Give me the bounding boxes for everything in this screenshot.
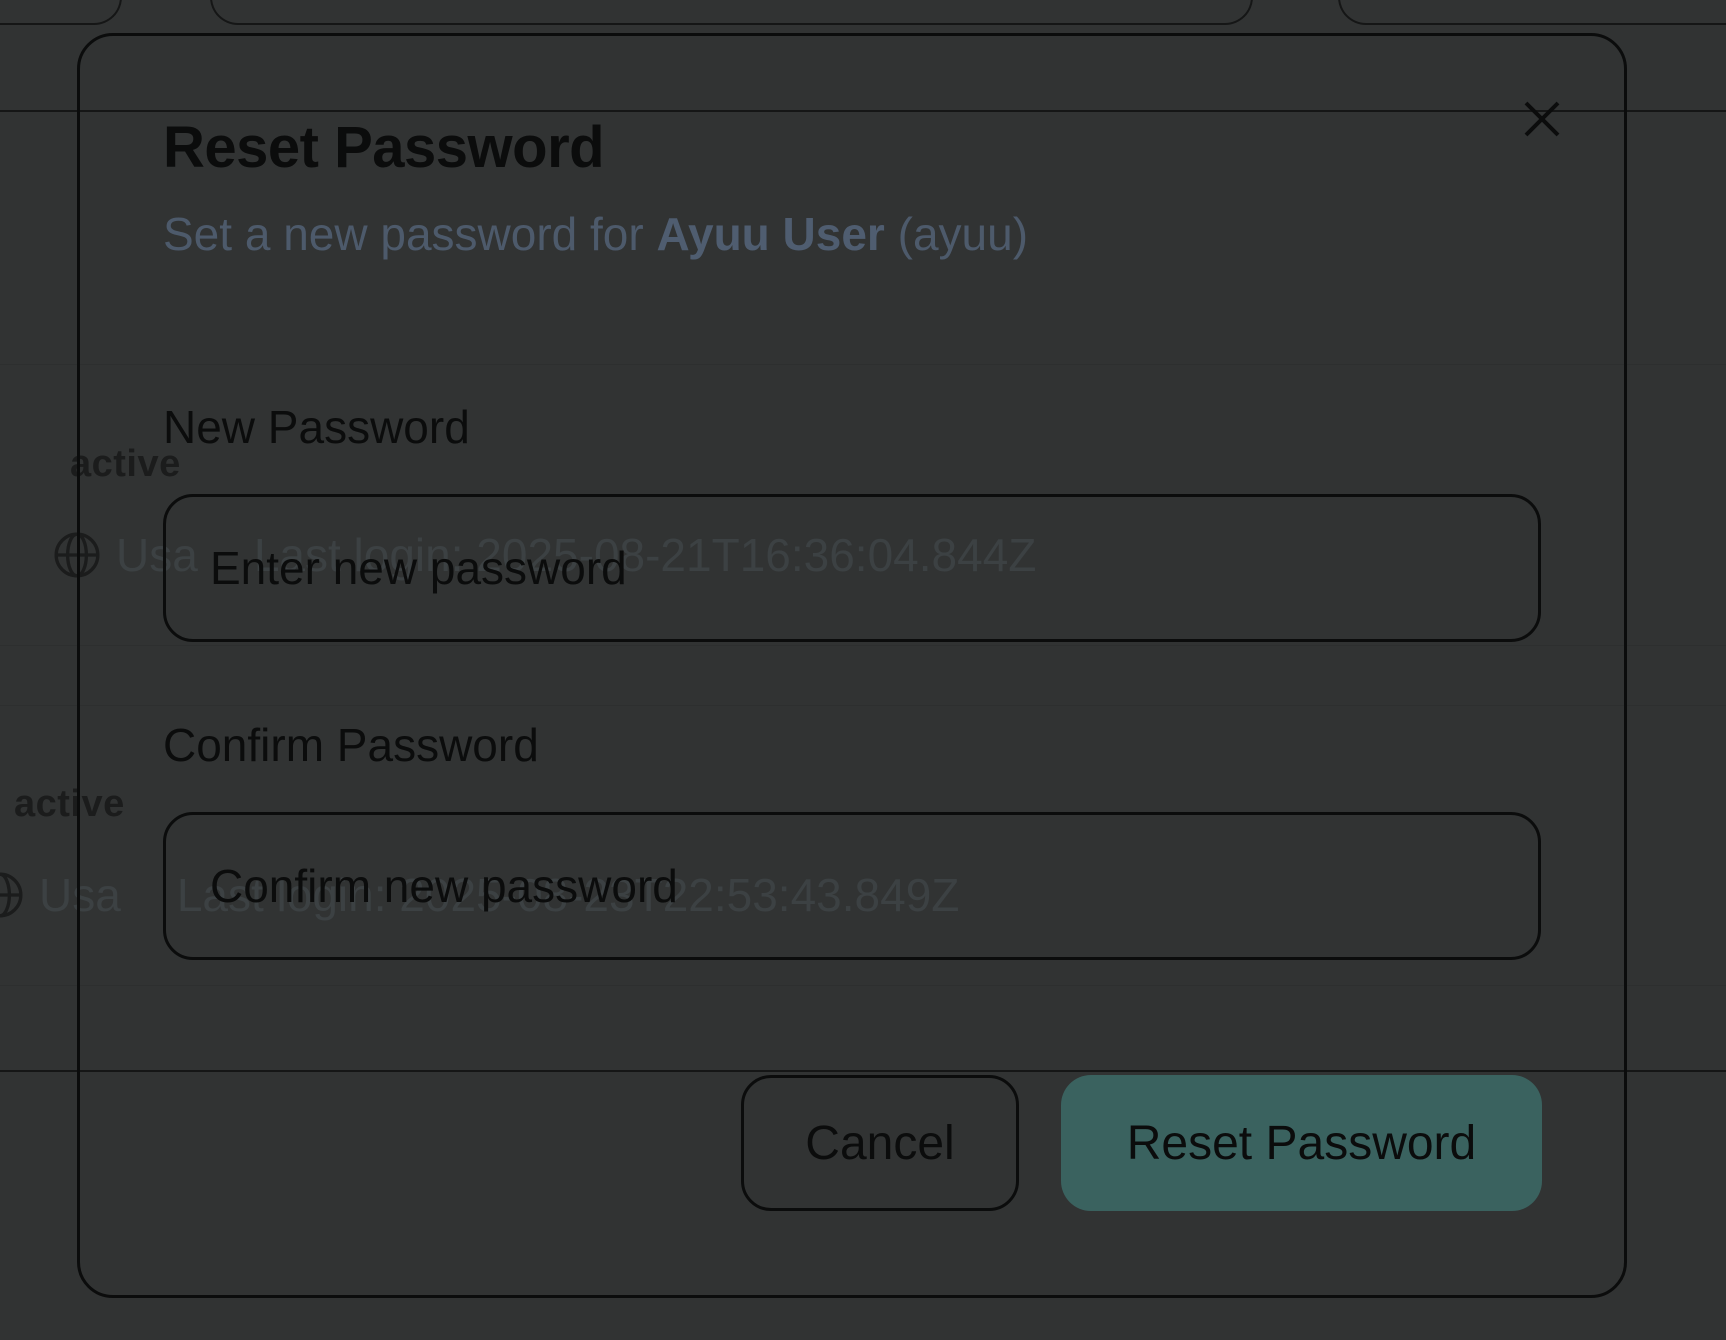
description-prefix: Set a new password for bbox=[163, 208, 644, 260]
confirm-password-input[interactable] bbox=[163, 812, 1541, 960]
background-tab-left bbox=[0, 0, 122, 25]
close-icon[interactable] bbox=[1518, 95, 1566, 143]
new-password-label: New Password bbox=[163, 401, 470, 453]
reset-password-button[interactable]: Reset Password bbox=[1061, 1075, 1542, 1211]
new-password-input[interactable] bbox=[163, 494, 1541, 642]
dialog-title: Reset Password bbox=[163, 115, 605, 180]
user-display-name: Ayuu User bbox=[656, 208, 885, 260]
globe-icon bbox=[0, 872, 23, 918]
confirm-password-label: Confirm Password bbox=[163, 719, 539, 771]
username: (ayuu) bbox=[897, 208, 1029, 260]
cancel-button[interactable]: Cancel bbox=[741, 1075, 1019, 1211]
background-tab-right bbox=[1338, 0, 1726, 25]
background-search-bar bbox=[210, 0, 1253, 25]
dialog-description: Set a new password for Ayuu User (ayuu) bbox=[163, 207, 1028, 261]
app-screen: active Usa Last login: 2025-08-21T16:36:… bbox=[0, 0, 1726, 1340]
